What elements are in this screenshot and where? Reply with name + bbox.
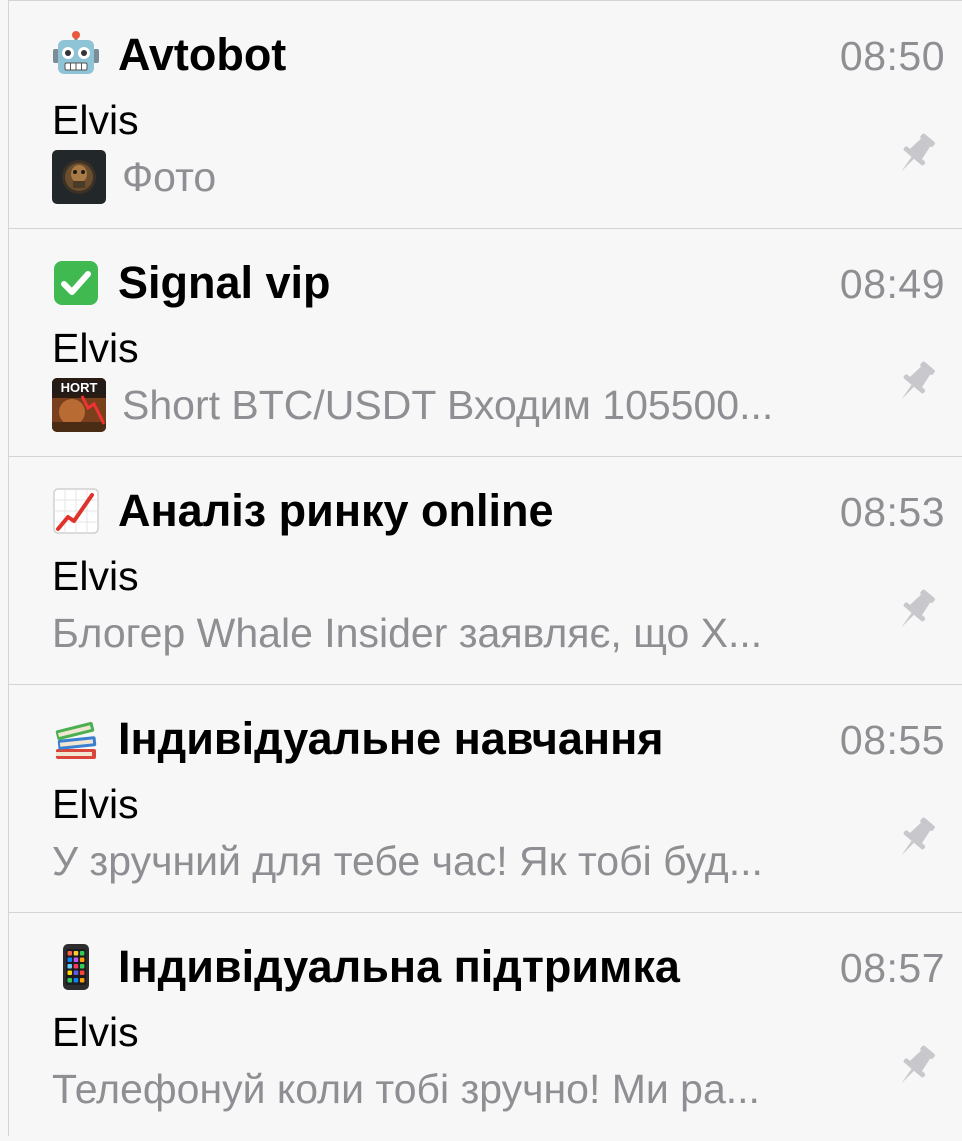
chat-list: Avtobot 08:50 Elvis Фото Signal vip 08:4… [8,0,962,1136]
pin-icon [891,585,941,635]
chat-time: 08:55 [839,717,945,763]
chat-item-avtobot[interactable]: Avtobot 08:50 Elvis Фото [9,1,962,229]
chat-item-individual-support[interactable]: Індивідуальна підтримка 08:57 Elvis Теле… [9,913,962,1141]
chat-item-market-analysis[interactable]: Аналіз ринку online 08:53 Elvis Блогер W… [9,457,962,685]
chat-title-row: Avtobot [52,27,286,83]
chat-title: Аналіз ринку online [118,485,554,536]
chat-title: Avtobot [118,29,287,80]
chat-preview-row: HORT Short BTC/USDT Входим 105500... [52,377,852,433]
chat-preview: У зручний для тебе час! Як тобі буд... [52,837,763,884]
chat-sender: Elvis [52,781,139,827]
chat-preview-row: Блогер Whale Insider заявляє, що X... [52,605,852,661]
svg-text:HORT: HORT [61,380,98,395]
books-icon [52,715,100,763]
chat-item-individual-training[interactable]: Індивідуальне навчання 08:55 Elvis У зру… [9,685,962,913]
mobile-phone-icon [52,943,100,991]
chat-sender: Elvis [52,553,139,599]
chat-time: 08:50 [839,33,945,79]
chat-sender: Elvis [52,1009,139,1055]
chat-preview-row: У зручний для тебе час! Як тобі буд... [52,833,852,889]
robot-face-icon [52,31,100,79]
chat-title: Індивідуальна підтримка [118,941,680,992]
chart-increasing-icon [52,487,100,535]
chat-title-row: Аналіз ринку online [52,483,554,539]
chat-title: Signal vip [118,257,331,308]
chat-preview: Short BTC/USDT Входим 105500... [122,381,774,428]
chat-preview: Фото [122,153,217,200]
pin-icon [891,357,941,407]
photo-thumbnail [52,150,106,204]
chat-preview-row: Фото [52,149,852,205]
chat-title: Індивідуальне навчання [118,713,664,764]
chat-title-row: Signal vip [52,255,331,311]
chat-sender: Elvis [52,97,139,143]
chat-title-row: Індивідуальна підтримка [52,939,680,995]
chat-preview: Блогер Whale Insider заявляє, що X... [52,609,763,656]
pin-icon [891,813,941,863]
pin-icon [891,129,941,179]
pin-icon [891,1041,941,1091]
chat-title-row: Індивідуальне навчання [52,711,664,767]
chat-time: 08:57 [839,945,945,991]
chat-sender: Elvis [52,325,139,371]
chat-time: 08:53 [839,489,945,535]
chat-time: 08:49 [839,261,945,307]
check-mark-button-icon [52,259,100,307]
chat-preview: Телефонуй коли тобі зручно! Ми ра... [52,1065,760,1112]
chat-item-signal-vip[interactable]: Signal vip 08:49 Elvis HORT Short BTC/US… [9,229,962,457]
short-chart-thumbnail: HORT [52,378,106,432]
chat-preview-row: Телефонуй коли тобі зручно! Ми ра... [52,1061,852,1117]
